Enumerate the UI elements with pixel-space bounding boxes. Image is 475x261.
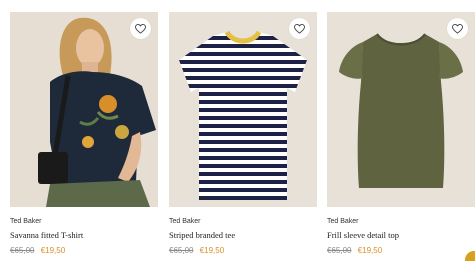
product-grid: Ted Baker Savanna fitted T-shirt €65,00 …: [0, 0, 475, 261]
price-row: €65,00 €19,50: [169, 246, 317, 256]
product-title-link[interactable]: Striped branded tee: [169, 230, 317, 240]
product-image[interactable]: [327, 12, 475, 207]
wishlist-button[interactable]: [289, 18, 310, 39]
product-card[interactable]: Ted Baker Savanna fitted T-shirt €65,00 …: [10, 12, 158, 256]
product-card[interactable]: Ted Baker Frill sleeve detail top €65,00…: [327, 12, 475, 256]
product-image[interactable]: [169, 12, 317, 207]
product-title-link[interactable]: Frill sleeve detail top: [327, 230, 475, 240]
price-row: €65,00 €19,50: [327, 246, 475, 256]
product-card[interactable]: Ted Baker Striped branded tee €65,00 €19…: [169, 12, 317, 256]
heart-outline-icon: [452, 23, 463, 34]
product-image[interactable]: [10, 12, 158, 207]
price-row: €65,00 €19,50: [10, 246, 158, 256]
sale-price: €19,50: [199, 246, 225, 255]
sale-price: €19,50: [40, 246, 66, 255]
product-title-link[interactable]: Savanna fitted T-shirt: [10, 230, 158, 240]
wishlist-button[interactable]: [447, 18, 468, 39]
striped-tee-photo: [169, 12, 317, 207]
original-price: €65,00: [10, 246, 35, 255]
product-brand: Ted Baker: [169, 218, 201, 225]
heart-outline-icon: [135, 23, 146, 34]
original-price: €65,00: [327, 246, 352, 255]
heart-outline-icon: [294, 23, 305, 34]
wishlist-button[interactable]: [130, 18, 151, 39]
original-price: €65,00: [169, 246, 194, 255]
sale-price: €19,50: [357, 246, 383, 255]
model-photo-floral-tee: [10, 12, 158, 207]
product-brand: Ted Baker: [10, 218, 42, 225]
frill-top-photo: [327, 12, 475, 207]
product-brand: Ted Baker: [327, 218, 359, 225]
